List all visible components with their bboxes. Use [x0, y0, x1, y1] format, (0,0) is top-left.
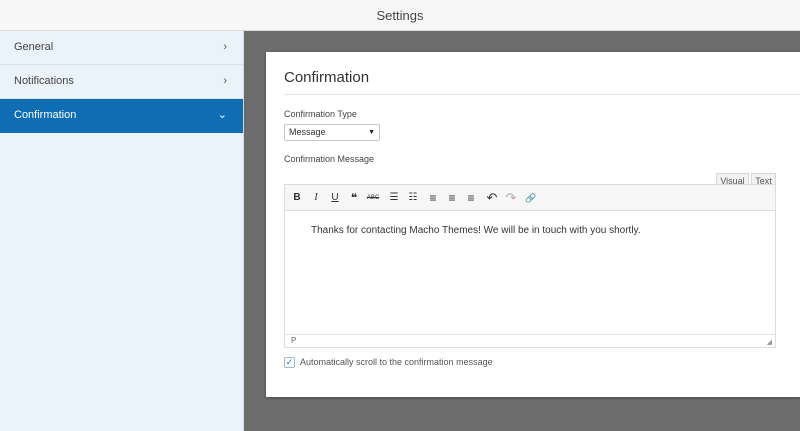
title-divider	[284, 94, 800, 95]
settings-sidebar: General › Notifications › Confirmation ⌄	[0, 31, 244, 431]
blockquote-icon[interactable]: ❝	[346, 190, 362, 206]
redo-icon[interactable]: ↷	[503, 190, 519, 206]
numbered-list-icon[interactable]: ☷	[405, 190, 421, 206]
confirmation-type-label: Confirmation Type	[284, 109, 357, 119]
sidebar-item-confirmation[interactable]: Confirmation ⌄	[0, 99, 243, 133]
align-right-icon[interactable]: ≡	[463, 190, 479, 206]
sidebar-item-general[interactable]: General ›	[0, 31, 243, 65]
main-area: Confirmation Confirmation Type Message ▼…	[244, 31, 800, 431]
confirmation-panel: Confirmation Confirmation Type Message ▼…	[266, 52, 800, 397]
sidebar-item-label: Confirmation	[14, 109, 77, 121]
chevron-right-icon: ›	[223, 41, 227, 53]
align-center-icon[interactable]: ≡	[444, 190, 460, 206]
resize-grip-icon[interactable]: ◢	[767, 338, 772, 346]
sidebar-item-label: Notifications	[14, 75, 74, 87]
message-editor: B I U ❝ ABC ☰ ☷ ≡ ≡ ≡ ↶ ↷ 🔗 Thanks for c…	[284, 184, 776, 348]
bullet-list-icon[interactable]: ☰	[386, 190, 402, 206]
window-title-bar: Settings	[0, 0, 800, 31]
chevron-down-icon: ⌄	[217, 109, 227, 121]
confirmation-type-select[interactable]: Message ▼	[284, 124, 380, 141]
strikethrough-icon[interactable]: ABC	[365, 190, 381, 206]
underline-icon[interactable]: U	[327, 190, 343, 206]
sidebar-item-notifications[interactable]: Notifications ›	[0, 65, 243, 99]
auto-scroll-checkbox[interactable]: ✓	[284, 357, 295, 368]
editor-toolbar: B I U ❝ ABC ☰ ☷ ≡ ≡ ≡ ↶ ↷ 🔗	[285, 185, 775, 211]
bold-icon[interactable]: B	[289, 190, 305, 206]
dropdown-arrow-icon: ▼	[368, 129, 375, 136]
element-path[interactable]: P	[291, 336, 296, 345]
confirmation-type-value: Message	[289, 127, 326, 137]
auto-scroll-label: Automatically scroll to the confirmation…	[300, 357, 493, 367]
window-title: Settings	[376, 8, 424, 23]
chevron-right-icon: ›	[223, 75, 227, 87]
message-content[interactable]: Thanks for contacting Macho Themes! We w…	[311, 225, 641, 236]
italic-icon[interactable]: I	[308, 190, 324, 206]
sidebar-item-label: General	[14, 41, 54, 53]
link-icon[interactable]: 🔗	[523, 190, 539, 206]
undo-icon[interactable]: ↶	[484, 190, 500, 206]
panel-title: Confirmation	[284, 69, 370, 86]
checkmark-icon: ✓	[285, 357, 294, 367]
align-left-icon[interactable]: ≡	[425, 190, 441, 206]
editor-statusbar: P ◢	[285, 334, 775, 347]
confirmation-message-label: Confirmation Message	[284, 154, 375, 164]
